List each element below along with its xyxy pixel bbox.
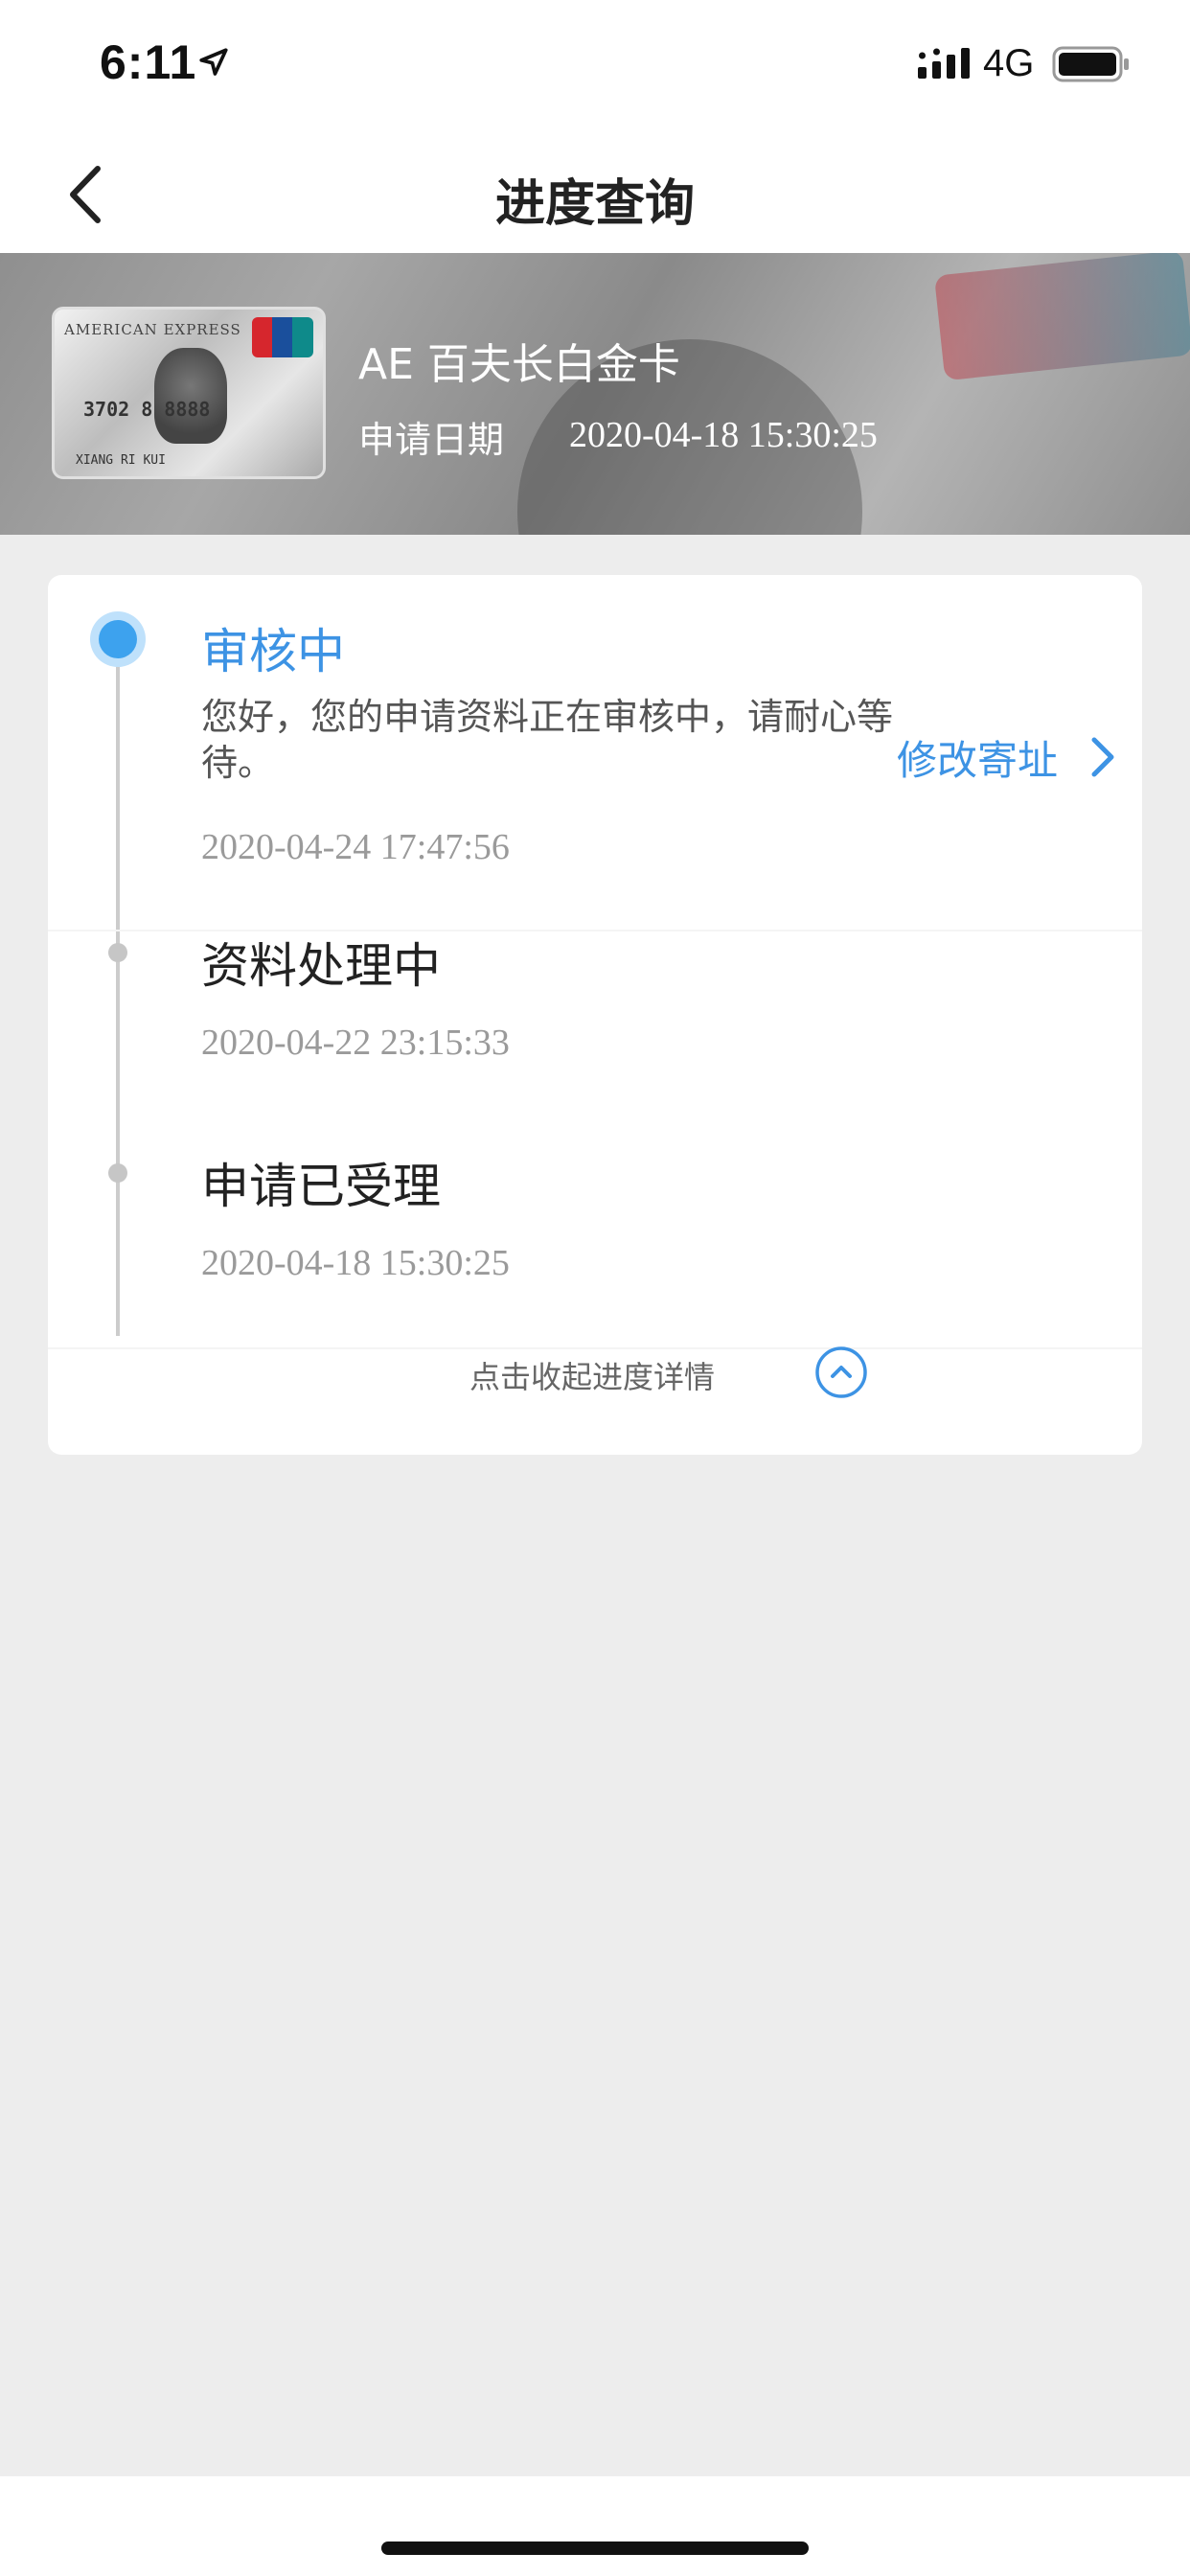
timeline-dot [108,1163,127,1183]
chevron-up-circle-icon[interactable] [814,1346,868,1399]
step-time: 2020-04-24 17:47:56 [201,827,510,867]
card-brand-text: AMERICAN EXPRESS [64,321,241,338]
progress-card: 审核中 您好，您的申请资料正在审核中，请耐心等待。 2020-04-24 17:… [48,575,1142,1455]
signal-icon [918,48,970,79]
credit-card-image: AMERICAN EXPRESS 3702 8 8888 XIANG RI KU… [52,307,326,479]
card-name: AE 百夫长白金卡 [358,340,680,389]
status-bar: 6:11 4G [0,0,1190,134]
location-arrow-icon [199,48,228,76]
step-description: 您好，您的申请资料正在审核中，请耐心等待。 [201,696,894,784]
collapse-details-button[interactable]: 点击收起进度详情 [469,1353,715,1397]
network-label: 4G [983,42,1035,84]
chevron-right-icon[interactable] [1087,732,1119,782]
unionpay-logo [252,317,313,357]
nav-bar: 进度查询 [0,134,1190,253]
timeline-dot [108,943,127,962]
page-title: 进度查询 [494,175,695,233]
step-time: 2020-04-18 15:30:25 [201,1243,510,1283]
apply-date-label: 申请日期 [358,419,505,461]
step-title-active: 审核中 [201,624,345,679]
card-holder: XIANG RI KUI [76,453,166,468]
centurion-portrait [154,348,227,444]
step-time: 2020-04-22 23:15:33 [201,1023,510,1063]
apply-date-value: 2020-04-18 15:30:25 [569,415,878,455]
card-number: 3702 8 8888 [83,398,211,421]
timeline-dot-active [90,611,146,667]
timeline-line [116,642,120,1336]
background-decoration [933,253,1190,381]
bottom-bar [0,2476,1190,2576]
battery-icon [1052,46,1129,82]
home-indicator[interactable] [381,2542,809,2555]
card-header: AMERICAN EXPRESS 3702 8 8888 XIANG RI KU… [0,253,1190,535]
divider [48,1347,1142,1349]
step-title: 申请已受理 [201,1159,441,1214]
modify-address-link[interactable]: 修改寄址 [897,728,1058,787]
status-time: 6:11 [100,35,197,89]
step-title: 资料处理中 [201,938,441,994]
